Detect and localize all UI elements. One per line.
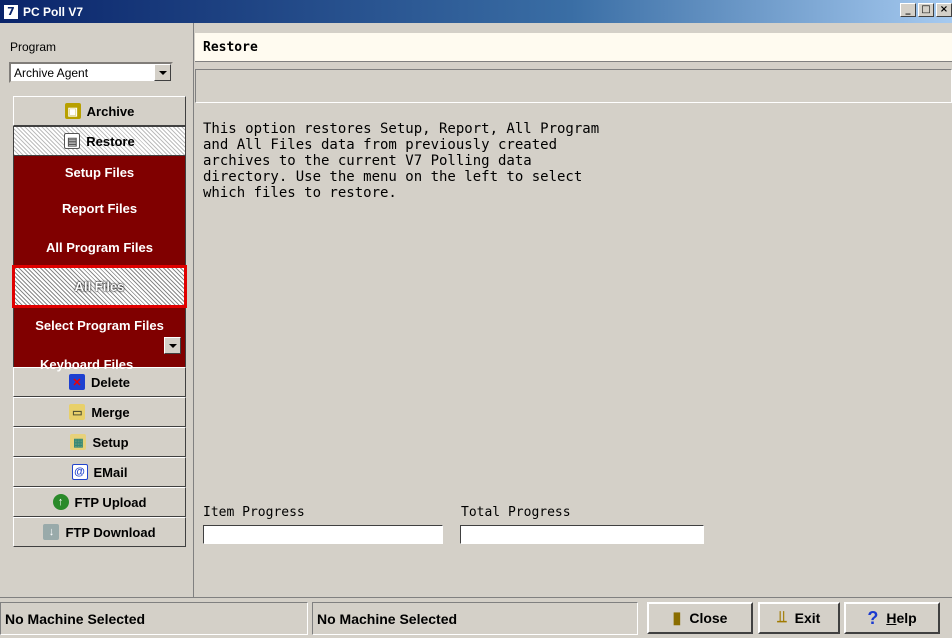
total-progress-bar [460,525,704,544]
close-label: Close [689,610,728,626]
ftp-upload-label: FTP Upload [74,494,147,510]
merge-icon: ▭ [69,404,86,420]
sidebar-item-all-files[interactable]: All Files [12,265,187,308]
scroll-down-icon[interactable] [164,337,181,354]
app-icon: 7 [3,3,19,20]
ftp-upload-button[interactable]: ↑ FTP Upload [13,487,186,517]
status-left: No Machine Selected [0,602,308,635]
total-progress-label: Total Progress [461,505,571,520]
setup-label: Setup [92,434,129,450]
help-label-rest: elp [896,610,917,626]
help-icon: ? [867,607,879,628]
exit-icon: ⫫ [777,609,787,626]
help-label: Help [886,610,916,626]
setup-icon: ▦ [70,434,87,450]
close-icon: ▮ [672,610,682,627]
ftp-download-label: FTP Download [65,524,156,540]
status-bar: No Machine Selected No Machine Selected … [0,597,952,638]
exit-label: Exit [794,610,821,626]
help-label-accelerator: H [886,610,897,626]
sidebar-item-report-files[interactable]: Report Files [14,189,185,228]
program-select-value: Archive Agent [14,66,89,80]
sidebar-nav: ▣ Archive ▤ Restore Setup Files Report F… [12,96,187,547]
archive-label: Archive [86,103,135,119]
restore-label: Restore [86,133,135,149]
sidebar-item-setup-files[interactable]: Setup Files [14,156,185,189]
email-label: EMail [93,464,128,480]
sidebar-item-keyboard-files[interactable]: Keyboard Files [14,345,185,384]
ftp-download-icon: ↓ [43,524,60,540]
archive-icon: ▣ [64,103,81,119]
close-button[interactable]: ▮ Close [647,602,753,634]
sidebar-item-all-program-files[interactable]: All Program Files [14,228,185,267]
item-progress-label: Item Progress [203,505,305,520]
program-label: Program [10,40,57,54]
restore-button[interactable]: ▤ Restore [13,126,186,156]
minimize-button[interactable]: _ [900,3,916,17]
window-title: PC Poll V7 [23,4,84,19]
merge-button[interactable]: ▭ Merge [13,397,186,427]
setup-button[interactable]: ▦ Setup [13,427,186,457]
exit-button[interactable]: ⫫ Exit [758,602,840,634]
page-title: Restore [195,33,952,62]
chevron-down-icon[interactable] [154,64,171,81]
ftp-download-button[interactable]: ↓ FTP Download [13,517,186,547]
main-panel: Restore This option restores Setup, Repo… [195,33,952,597]
merge-label: Merge [91,404,130,420]
restore-icon: ▤ [64,133,81,149]
help-button[interactable]: ? Help [844,602,940,634]
window-controls: _ □ × [900,3,952,17]
title-bar: 7 PC Poll V7 _ □ × [0,0,952,23]
close-window-button[interactable]: × [936,3,952,17]
sidebar: Program Archive Agent ▣ Archive ▤ Restor… [0,23,194,597]
toolbar-strip [195,69,952,103]
sidebar-item-select-program-files[interactable]: Select Program Files [14,306,185,345]
status-middle: No Machine Selected [312,602,638,635]
archive-button[interactable]: ▣ Archive [13,96,186,126]
item-progress-bar [203,525,443,544]
email-icon: @ [71,464,88,480]
ftp-upload-icon: ↑ [52,494,69,510]
description-text: This option restores Setup, Report, All … [203,121,600,201]
restore-submenu: Setup Files Report Files All Program Fil… [12,156,187,372]
program-select[interactable]: Archive Agent [9,62,173,83]
maximize-button[interactable]: □ [918,3,934,17]
email-button[interactable]: @ EMail [13,457,186,487]
